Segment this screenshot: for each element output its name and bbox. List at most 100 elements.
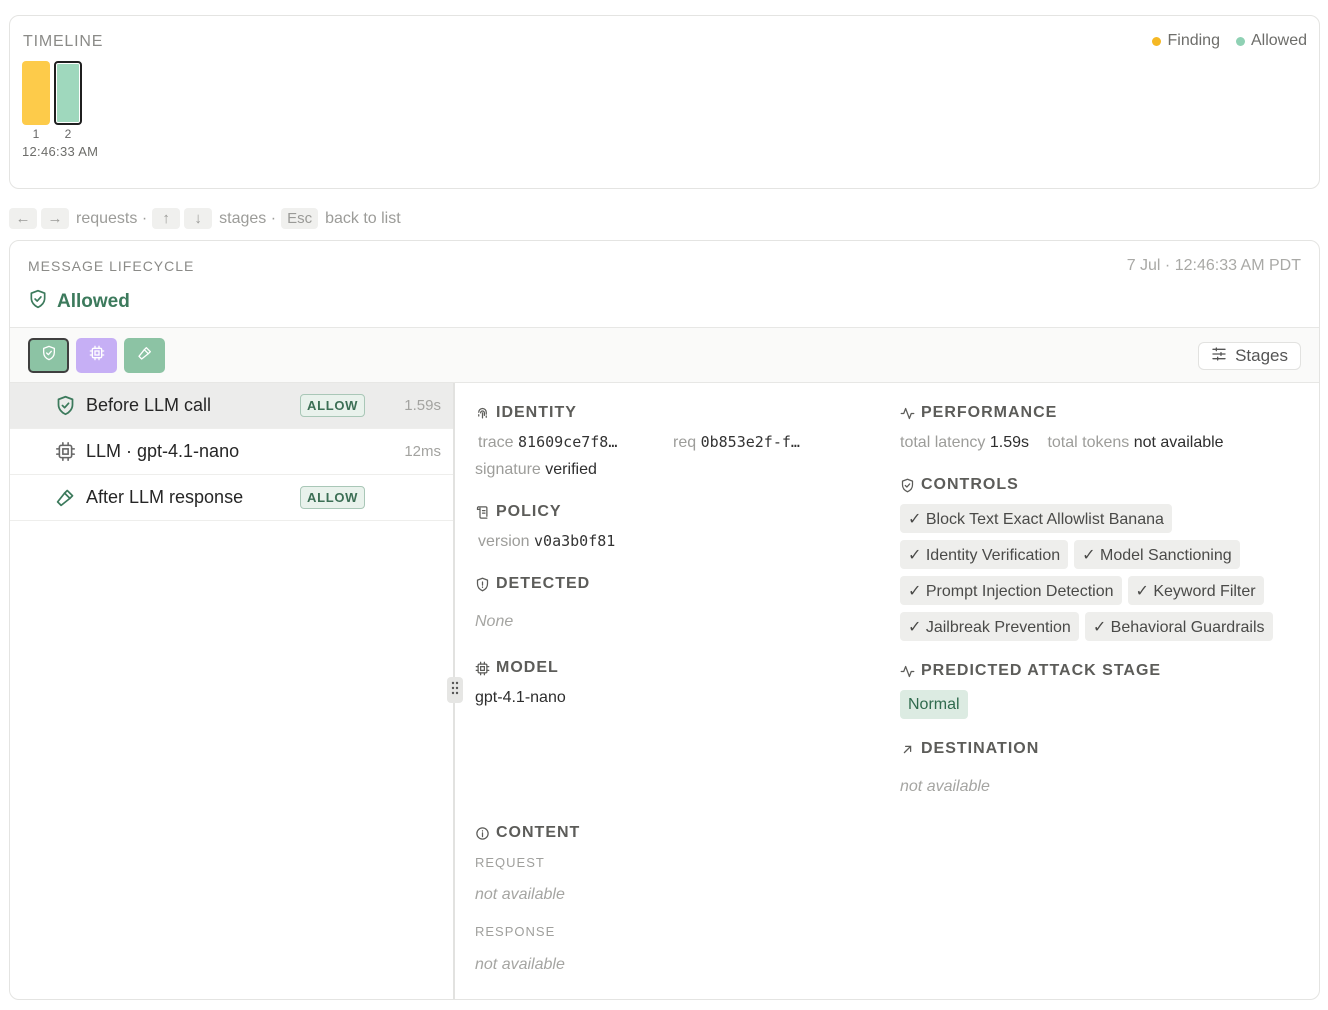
shield-check-icon	[55, 395, 76, 421]
lifecycle-status: Allowed	[28, 289, 130, 315]
lifecycle-timestamp: 7 Jul · 12:46:33 AM PDT	[1126, 257, 1301, 274]
arrow-up-right-icon	[900, 742, 915, 757]
timeline-bar-label: 1	[32, 127, 40, 141]
trace-label: trace	[478, 434, 514, 451]
legend-dot-icon	[1235, 36, 1245, 46]
identity-title: IDENTITY	[496, 404, 577, 421]
version-value: v0a3b0f81	[534, 532, 616, 550]
response-value: not available	[475, 956, 565, 973]
timeline-bar[interactable]	[22, 61, 50, 125]
controls-row: ✓ Jailbreak Prevention ✓ Behavioral Guard…	[900, 612, 1310, 648]
timeline-card: TIMELINE Finding Allowed 1 2 12:46:33 AM	[9, 15, 1320, 189]
controls-title: CONTROLS	[921, 476, 1019, 493]
content-heading: CONTENT	[475, 824, 580, 842]
stage-button-llm[interactable]	[76, 338, 117, 373]
stage-duration: 12ms	[404, 443, 441, 460]
panel-resize-handle[interactable]	[447, 677, 463, 703]
controls-list: ✓ Block Text Exact Allowlist Banana ✓ Id…	[900, 504, 1310, 648]
hammer-icon	[55, 487, 76, 513]
left-arrow-key: ←	[9, 208, 37, 229]
timeline-request-1[interactable]: 1	[22, 61, 50, 141]
info-icon	[475, 826, 490, 841]
control-chip: ✓ Jailbreak Prevention	[900, 612, 1079, 641]
chip-icon	[89, 345, 105, 366]
grip-icon	[451, 681, 459, 700]
latency-value: 1.59s	[989, 434, 1029, 451]
timeline-request-2[interactable]: 2	[54, 61, 82, 141]
timeline-bar-label: 2	[64, 127, 72, 141]
detected-title: DETECTED	[496, 575, 591, 592]
destination-value: not available	[900, 778, 990, 795]
attack-stage-badge: Normal	[900, 690, 968, 719]
policy-version: version v0a3b0f81	[478, 532, 615, 551]
attack-stage-heading: PREDICTED ATTACK STAGE	[900, 662, 1161, 680]
model-title: MODEL	[496, 659, 559, 676]
stages-button[interactable]: Stages	[1198, 342, 1301, 370]
keyboard-hints: ← → requests · ↑ ↓ stages · Esc back to …	[9, 208, 406, 229]
timeline-bars: 1 2	[22, 61, 82, 141]
control-chip: ✓ Behavioral Guardrails	[1084, 612, 1273, 641]
request-label: REQUEST	[475, 855, 545, 870]
content-title: CONTENT	[496, 824, 581, 841]
lifecycle-title: MESSAGE LIFECYCLE	[28, 258, 195, 274]
control-chip: ✓ Block Text Exact Allowlist Banana	[900, 504, 1172, 533]
allow-badge: ALLOW	[300, 394, 366, 417]
activity-icon	[900, 664, 915, 679]
shield-check-icon	[900, 478, 915, 493]
policy-title: POLICY	[496, 503, 562, 520]
controls-row: ✓ Block Text Exact Allowlist Banana	[900, 504, 1310, 540]
shield-check-icon	[41, 345, 57, 366]
stage-toolbar: Stages	[10, 327, 1319, 383]
esc-key: Esc	[281, 208, 319, 229]
timeline-bar[interactable]	[54, 61, 82, 125]
destination-heading: DESTINATION	[900, 740, 1039, 758]
controls-row: ✓ Identity Verification ✓ Model Sanctioni…	[900, 540, 1310, 576]
stage-row-llm[interactable]: LLM · gpt-4.1-nano 12ms	[10, 429, 453, 475]
back-hint: back to list	[325, 209, 401, 227]
stage-row-before-llm[interactable]: Before LLM call ALLOW 1.59s	[10, 383, 453, 429]
stages-hint: stages ·	[219, 209, 277, 227]
trace-value[interactable]: 81609ce7f8…	[518, 433, 617, 451]
identity-trace: trace 81609ce7f8…	[478, 433, 617, 452]
stage-list: Before LLM call ALLOW 1.59s LLM · gpt-4.…	[10, 383, 455, 999]
tokens-value: not available	[1133, 434, 1224, 451]
req-label: req	[673, 434, 697, 451]
legend-item-finding: Finding	[1152, 32, 1220, 50]
down-arrow-key: ↓	[184, 208, 213, 229]
activity-icon	[900, 406, 915, 421]
stages-button-label: Stages	[1235, 346, 1288, 365]
destination-title: DESTINATION	[921, 740, 1040, 757]
legend-dot-icon	[1152, 36, 1162, 46]
version-label: version	[478, 533, 530, 550]
stage-name: Before LLM call	[86, 395, 212, 415]
response-label: RESPONSE	[475, 924, 556, 939]
stage-name: After LLM response	[86, 487, 244, 507]
status-label: Allowed	[57, 291, 130, 312]
policy-heading: POLICY	[475, 503, 562, 521]
identity-signature: signature verified	[475, 461, 597, 479]
shield-alert-icon	[475, 577, 490, 592]
timeline-time: 12:46:33 AM	[22, 144, 99, 159]
message-lifecycle-card: MESSAGE LIFECYCLE 7 Jul · 12:46:33 AM PD…	[9, 240, 1320, 1000]
model-heading: MODEL	[475, 659, 559, 677]
timeline-title: TIMELINE	[23, 33, 104, 50]
attack-stage-value-wrap: Normal	[900, 690, 968, 719]
chip-icon	[55, 441, 76, 467]
allow-badge: ALLOW	[300, 486, 366, 509]
stage-button-before-llm[interactable]	[28, 338, 69, 373]
control-chip: ✓ Keyword Filter	[1127, 576, 1264, 605]
model-value: gpt-4.1-nano	[475, 689, 566, 706]
performance-values: total latency 1.59s total tokens not ava…	[900, 434, 1224, 452]
stage-row-after-llm[interactable]: After LLM response ALLOW	[10, 475, 453, 521]
right-arrow-key: →	[41, 208, 69, 229]
performance-title: PERFORMANCE	[921, 404, 1058, 421]
stage-button-after-llm[interactable]	[124, 338, 165, 373]
scroll-icon	[475, 505, 490, 520]
performance-heading: PERFORMANCE	[900, 404, 1057, 422]
sliders-icon	[1211, 346, 1227, 367]
requests-hint: requests ·	[76, 209, 148, 227]
control-chip: ✓ Identity Verification	[900, 540, 1069, 569]
signature-label: signature	[475, 461, 541, 478]
req-value[interactable]: 0b853e2f-f…	[701, 433, 800, 451]
detected-value: None	[475, 613, 514, 630]
